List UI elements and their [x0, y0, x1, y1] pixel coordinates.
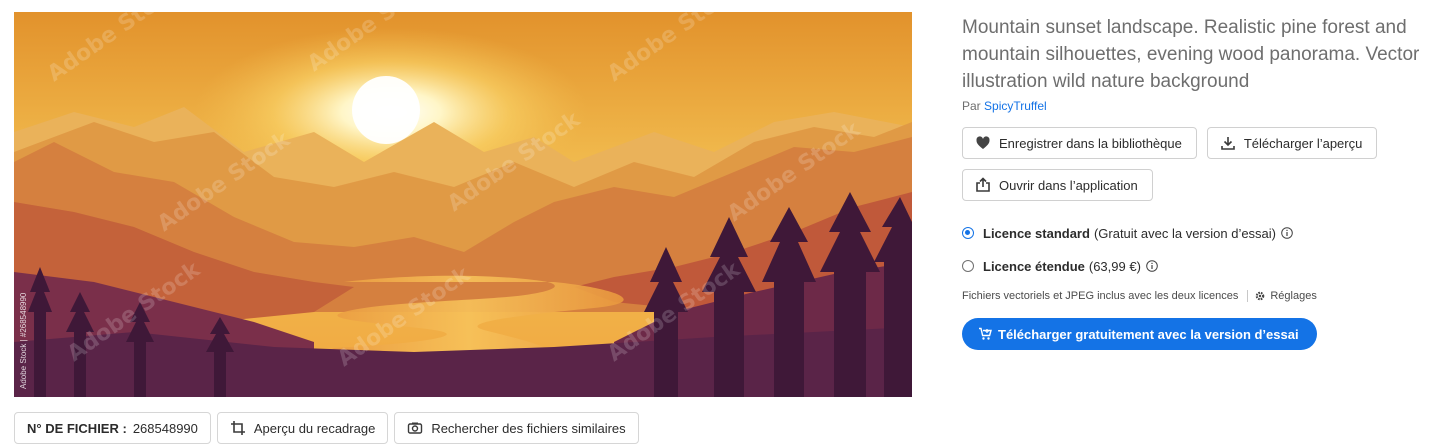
find-similar-label: Rechercher des fichiers similaires — [431, 420, 626, 436]
licence-extended-radio[interactable] — [962, 260, 974, 272]
settings-link[interactable]: Réglages — [1270, 290, 1316, 302]
licence-extended-detail: (63,99 €) — [1088, 258, 1141, 274]
image-tools-bar: N° DE FICHIER : 268548990 Aperçu du reca… — [14, 412, 639, 444]
stock-image[interactable]: Adobe Stock Adobe Stock Adobe Stock Adob… — [14, 12, 912, 397]
file-number-value: 268548990 — [132, 420, 198, 436]
divider — [1247, 290, 1249, 302]
info-icon[interactable] — [1281, 227, 1293, 239]
open-in-app-icon — [975, 177, 991, 193]
crop-preview-label: Aperçu du recadrage — [253, 420, 376, 436]
author-link[interactable]: SpicyTruffel — [984, 99, 1047, 113]
formats-note: Fichiers vectoriels et JPEG inclus avec … — [962, 290, 1239, 302]
cart-icon — [978, 327, 992, 341]
open-in-app-label: Ouvrir dans l’application — [999, 177, 1138, 193]
download-free-trial-label: Télécharger gratuitement avec la version… — [998, 326, 1299, 342]
action-buttons-row-2: Ouvrir dans l’application — [962, 169, 1432, 201]
crop-icon — [230, 420, 246, 436]
by-prefix: Par — [962, 99, 981, 113]
watermark-text: Adobe Stock | #268548990 — [19, 292, 28, 389]
formats-note-row: Fichiers vectoriels et JPEG inclus avec … — [962, 290, 1432, 302]
licence-standard-detail: (Gratuit avec la version d’essai) — [1093, 225, 1277, 241]
action-buttons-row: Enregistrer dans la bibliothèque Télécha… — [962, 127, 1432, 159]
info-icon[interactable] — [1146, 260, 1158, 272]
image-title: Mountain sunset landscape. Realistic pin… — [962, 17, 1420, 92]
landscape-illustration: Adobe Stock Adobe Stock Adobe Stock Adob… — [14, 12, 912, 397]
licence-extended-option[interactable]: Licence étendue (63,99 €) — [962, 257, 1432, 275]
camera-icon — [407, 420, 423, 436]
stock-id-watermark: Adobe Stock | #268548990 — [16, 289, 30, 389]
byline: Par SpicyTruffel — [962, 99, 1432, 113]
details-panel: Mountain sunset landscape. Realistic pin… — [962, 14, 1432, 350]
licence-standard-radio[interactable] — [962, 227, 974, 239]
file-number-label: N° DE FICHIER : — [27, 420, 127, 436]
crop-preview-button[interactable]: Aperçu du recadrage — [216, 412, 389, 444]
licence-standard-option[interactable]: Licence standard (Gratuit avec la versio… — [962, 224, 1432, 242]
save-to-library-button[interactable]: Enregistrer dans la bibliothèque — [962, 127, 1197, 159]
licence-standard-name: Licence standard — [983, 225, 1090, 241]
heart-icon — [975, 135, 991, 151]
open-in-app-button[interactable]: Ouvrir dans l’application — [962, 169, 1153, 201]
download-free-trial-button[interactable]: Télécharger gratuitement avec la version… — [962, 318, 1317, 350]
download-preview-button[interactable]: Télécharger l’aperçu — [1206, 127, 1378, 159]
find-similar-button[interactable]: Rechercher des fichiers similaires — [394, 412, 639, 444]
file-number-badge: N° DE FICHIER : 268548990 — [14, 412, 211, 444]
download-preview-label: Télécharger l’aperçu — [1243, 135, 1363, 151]
download-icon — [1220, 135, 1236, 151]
save-to-library-label: Enregistrer dans la bibliothèque — [999, 135, 1182, 151]
gear-icon[interactable] — [1254, 290, 1266, 302]
licence-extended-name: Licence étendue — [983, 258, 1085, 274]
